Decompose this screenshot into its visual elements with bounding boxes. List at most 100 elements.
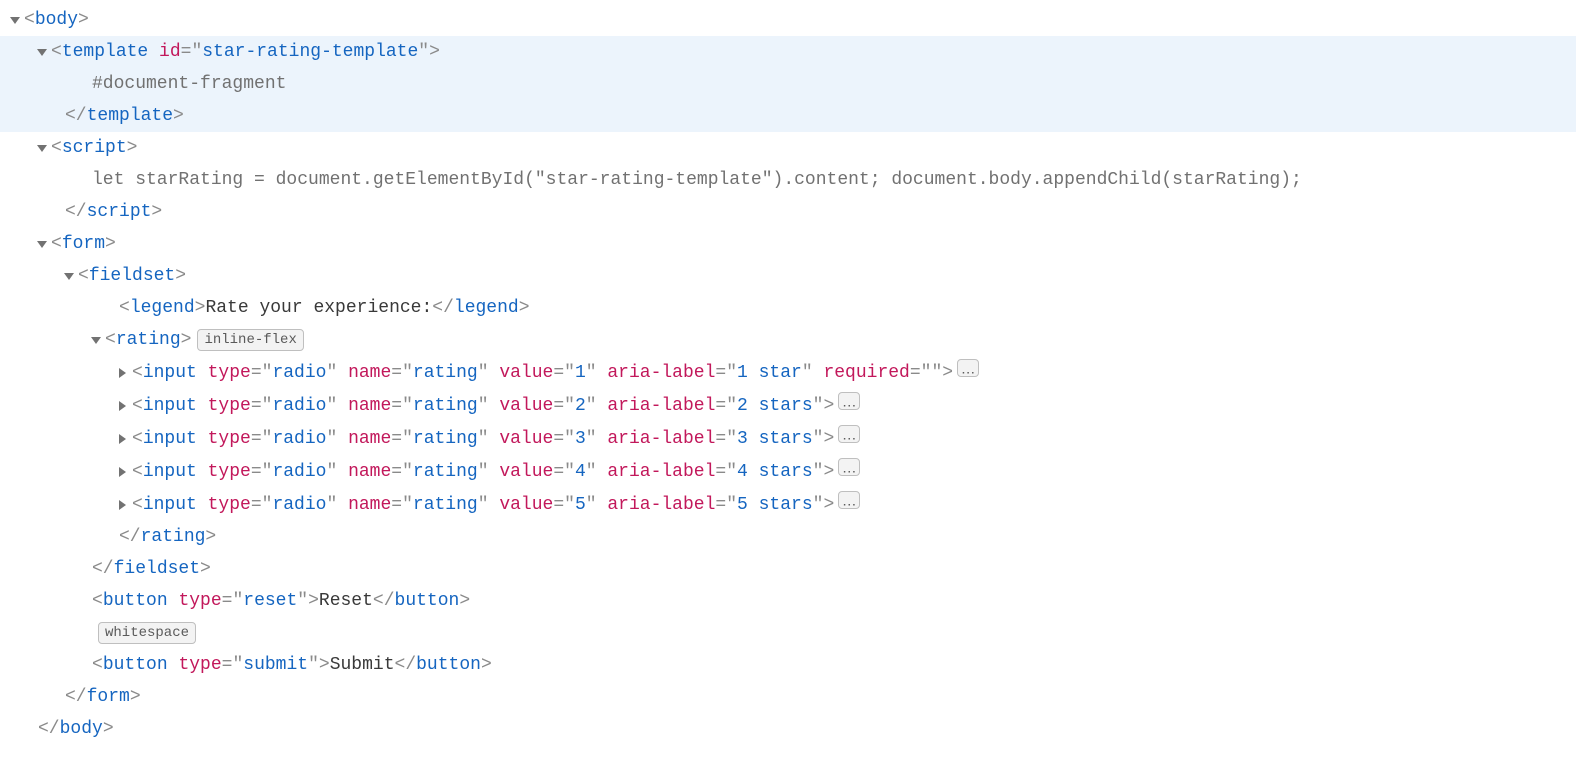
node-content[interactable]: <input type="radio" name="rating" value=…: [132, 488, 860, 521]
tree-row[interactable]: <button type="submit">Submit</button>: [0, 649, 1576, 681]
token-attr-val: 5 stars: [737, 495, 813, 515]
node-content[interactable]: <button type="reset">Reset</button>: [92, 585, 470, 617]
annotation-badge[interactable]: whitespace: [98, 622, 196, 644]
token-tag: input: [143, 429, 208, 449]
tree-row[interactable]: </body>: [0, 713, 1576, 745]
collapse-arrow-icon[interactable]: [37, 145, 47, 152]
token-punct: =": [553, 462, 575, 482]
tree-row[interactable]: </form>: [0, 681, 1576, 713]
node-content[interactable]: <legend>Rate your experience:</legend>: [119, 292, 530, 324]
expand-arrow-icon[interactable]: [119, 401, 126, 411]
token-punct: ": [586, 495, 608, 515]
tree-row[interactable]: <legend>Rate your experience:</legend>: [0, 292, 1576, 324]
token-punct: ": [478, 363, 500, 383]
ellipsis-icon[interactable]: [838, 458, 860, 476]
token-punct: >: [103, 719, 114, 739]
tree-row[interactable]: </fieldset>: [0, 553, 1576, 585]
collapse-arrow-icon[interactable]: [37, 241, 47, 248]
tree-row[interactable]: let starRating = document.getElementById…: [0, 164, 1576, 196]
tree-row[interactable]: <template id="star-rating-template">: [0, 36, 1576, 68]
node-content[interactable]: <fieldset>: [78, 260, 186, 292]
token-punct: ": [478, 396, 500, 416]
expand-arrow-icon[interactable]: [119, 434, 126, 444]
node-content[interactable]: </script>: [65, 196, 162, 228]
token-tag: script: [62, 138, 127, 158]
node-content[interactable]: <input type="radio" name="rating" value=…: [132, 389, 860, 422]
ellipsis-icon[interactable]: [838, 425, 860, 443]
ellipsis-icon[interactable]: [957, 359, 979, 377]
node-content[interactable]: <form>: [51, 228, 116, 260]
tree-row[interactable]: <input type="radio" name="rating" value=…: [0, 488, 1576, 521]
tree-row[interactable]: <body>: [0, 4, 1576, 36]
collapse-arrow-icon[interactable]: [10, 17, 20, 24]
node-content[interactable]: <button type="submit">Submit</button>: [92, 649, 492, 681]
token-tag: rating: [141, 527, 206, 547]
node-content[interactable]: </form>: [65, 681, 141, 713]
token-punct: <: [78, 266, 89, 286]
token-punct: ": [326, 396, 348, 416]
token-punct: >: [78, 10, 89, 30]
token-tag: form: [87, 687, 130, 707]
node-content[interactable]: <script>: [51, 132, 137, 164]
token-punct: >: [181, 330, 192, 350]
tree-row[interactable]: <input type="radio" name="rating" value=…: [0, 356, 1576, 389]
node-content[interactable]: </body>: [38, 713, 114, 745]
node-content[interactable]: <body>: [24, 4, 89, 36]
tree-row[interactable]: <button type="reset">Reset</button>: [0, 585, 1576, 617]
token-tag: form: [62, 234, 105, 254]
collapse-arrow-icon[interactable]: [91, 337, 101, 344]
expand-arrow-icon[interactable]: [119, 467, 126, 477]
indent-gutter: [0, 273, 78, 280]
annotation-badge[interactable]: inline-flex: [197, 329, 303, 351]
node-content[interactable]: <input type="radio" name="rating" value=…: [132, 356, 979, 389]
tree-row[interactable]: whitespace: [0, 617, 1576, 649]
token-tag: body: [60, 719, 103, 739]
collapse-arrow-icon[interactable]: [37, 49, 47, 56]
node-content[interactable]: </fieldset>: [92, 553, 211, 585]
expand-arrow-icon[interactable]: [119, 368, 126, 378]
node-content[interactable]: <input type="radio" name="rating" value=…: [132, 422, 860, 455]
node-content[interactable]: #document-fragment: [92, 68, 286, 100]
token-punct: =": [251, 495, 273, 515]
node-content[interactable]: <rating>inline-flex: [105, 324, 304, 356]
token-punct: ": [813, 396, 824, 416]
token-attr-val: rating: [413, 363, 478, 383]
node-content[interactable]: whitespace: [92, 617, 196, 649]
collapse-arrow-icon[interactable]: [64, 273, 74, 280]
token-attr-val: 3: [575, 429, 586, 449]
token-attr-val: radio: [272, 462, 326, 482]
token-attr-val: radio: [272, 429, 326, 449]
tree-row[interactable]: <fieldset>: [0, 260, 1576, 292]
tree-row[interactable]: </script>: [0, 196, 1576, 228]
node-content[interactable]: let starRating = document.getElementById…: [92, 164, 1302, 196]
token-text-gray: let starRating = document.getElementById…: [92, 170, 1302, 190]
tree-row[interactable]: <input type="radio" name="rating" value=…: [0, 455, 1576, 488]
expand-arrow-icon[interactable]: [119, 500, 126, 510]
token-text-dark: Reset: [319, 591, 373, 611]
node-content[interactable]: </rating>: [119, 521, 216, 553]
token-punct: </: [92, 559, 114, 579]
ellipsis-icon[interactable]: [838, 392, 860, 410]
token-punct: <: [51, 234, 62, 254]
ellipsis-icon[interactable]: [838, 491, 860, 509]
node-content[interactable]: <input type="radio" name="rating" value=…: [132, 455, 860, 488]
token-punct: ": [418, 42, 429, 62]
token-punct: =": [391, 495, 413, 515]
tree-row[interactable]: </rating>: [0, 521, 1576, 553]
tree-row[interactable]: <form>: [0, 228, 1576, 260]
token-attr-name: name: [348, 495, 391, 515]
tree-row[interactable]: <rating>inline-flex: [0, 324, 1576, 356]
token-attr-name: name: [348, 462, 391, 482]
tree-row[interactable]: <input type="radio" name="rating" value=…: [0, 422, 1576, 455]
node-content[interactable]: </template>: [65, 100, 184, 132]
node-content[interactable]: <template id="star-rating-template">: [51, 36, 440, 68]
token-punct: </: [65, 202, 87, 222]
token-tag: input: [143, 396, 208, 416]
tree-row[interactable]: #document-fragment: [0, 68, 1576, 100]
token-punct: =": [391, 396, 413, 416]
token-punct: >: [823, 462, 834, 482]
tree-row[interactable]: <input type="radio" name="rating" value=…: [0, 389, 1576, 422]
token-attr-name: type: [208, 495, 251, 515]
tree-row[interactable]: <script>: [0, 132, 1576, 164]
tree-row[interactable]: </template>: [0, 100, 1576, 132]
